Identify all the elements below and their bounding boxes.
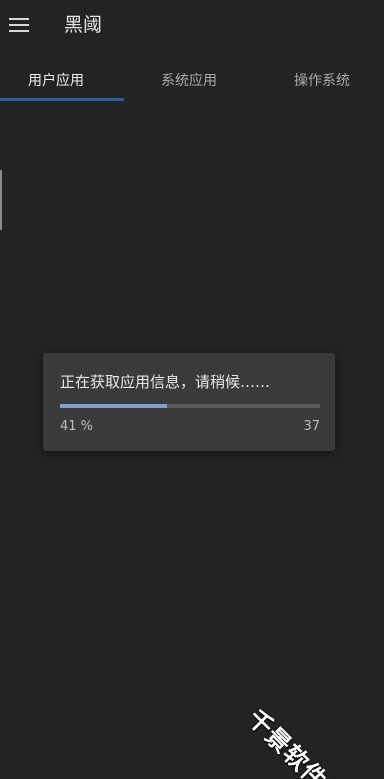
tab-bar: 用户应用 系统应用 操作系统 (0, 58, 384, 102)
app-screen: 黑阈 用户应用 系统应用 操作系统 正在获取应用信息，请稍候…… 41 % 37… (0, 0, 384, 779)
active-tab-indicator (0, 98, 124, 101)
watermark: 千景软件站 (241, 704, 351, 779)
app-title: 黑阈 (64, 14, 103, 36)
progress-percent: 41 % (60, 419, 94, 434)
loading-message: 正在获取应用信息，请稍候…… (60, 373, 271, 391)
progress-bar-fill (60, 404, 167, 408)
progress-bar (60, 404, 320, 408)
progress-count: 37 (303, 419, 320, 434)
menu-button[interactable] (6, 12, 32, 38)
loading-dialog: 正在获取应用信息，请稍候…… 41 % 37 (43, 353, 335, 451)
tab-operating-system[interactable]: 操作系统 (260, 58, 384, 102)
hamburger-menu-icon (9, 18, 29, 32)
tab-user-apps[interactable]: 用户应用 (0, 58, 118, 102)
edge-scroll-handle[interactable] (0, 170, 2, 230)
app-bar: 黑阈 (0, 0, 384, 50)
tab-system-apps[interactable]: 系统应用 (127, 58, 251, 102)
